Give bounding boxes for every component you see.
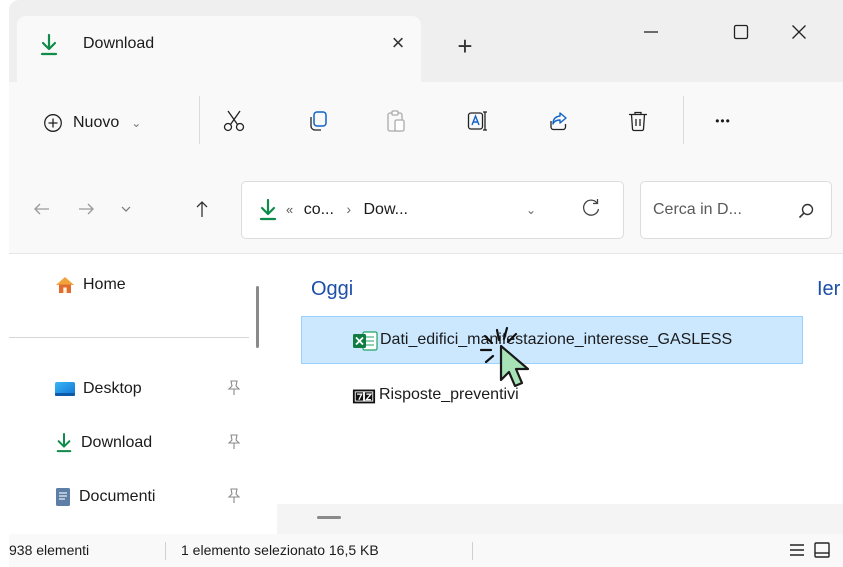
rename-icon [467, 111, 487, 131]
group-heading-yesterday[interactable]: Ier [817, 278, 840, 301]
search-icon [798, 203, 814, 219]
address-bar[interactable]: « co... › Dow... ⌄ [241, 181, 624, 239]
new-button-label: Nuovo [73, 114, 120, 131]
breadcrumb: « co... › Dow... [286, 201, 408, 219]
excel-file-icon [353, 331, 378, 351]
scrollbar-thumb[interactable] [317, 516, 341, 519]
more-options-button[interactable]: ••• [706, 104, 740, 138]
breadcrumb-item-parent[interactable]: co... [304, 201, 334, 218]
file-explorer-window: Download × + Nuovo ⌄ ••• « co... › Dow..… [9, 0, 843, 567]
download-icon [259, 198, 277, 221]
file-list: Oggi Ier Dati_edifici_manifestazione_int… [277, 254, 843, 534]
plus-circle-icon [44, 114, 62, 132]
cut-icon [223, 110, 245, 132]
tab-download[interactable]: Download × [17, 16, 421, 82]
download-icon [56, 433, 72, 453]
arrow-up-icon [196, 201, 208, 217]
chevron-down-icon: ⌄ [131, 116, 142, 130]
recent-locations-button[interactable] [113, 196, 139, 222]
sidebar-scrollbar[interactable] [256, 286, 259, 348]
status-separator [165, 542, 166, 560]
paste-icon [387, 110, 405, 132]
address-history-chevron[interactable]: ⌄ [526, 203, 536, 217]
copy-icon [310, 111, 327, 131]
sidebar-item-label: Download [81, 434, 153, 451]
navigation-pane: Home Desktop Download Documenti [9, 254, 277, 534]
file-item-7z[interactable]: Risposte_preventivi [301, 372, 803, 420]
refresh-icon[interactable] [580, 197, 602, 219]
minimize-icon [644, 31, 658, 33]
arrow-left-icon [34, 203, 49, 215]
breadcrumb-overflow[interactable]: « [286, 202, 293, 217]
navigation-bar: « co... › Dow... ⌄ Cerca in D... [9, 162, 843, 254]
maximize-button[interactable] [721, 14, 761, 50]
7z-archive-icon [352, 389, 376, 404]
group-heading-today[interactable]: Oggi [311, 278, 353, 301]
sidebar-item-label: Desktop [83, 380, 142, 397]
pin-icon [227, 380, 241, 395]
sidebar-item-label: Documenti [79, 488, 156, 505]
up-button[interactable] [189, 196, 215, 222]
delete-button[interactable] [621, 104, 655, 138]
horizontal-scrollbar[interactable] [277, 504, 843, 534]
new-tab-button[interactable]: + [453, 33, 477, 59]
breadcrumb-separator: › [346, 201, 352, 217]
download-icon [40, 33, 58, 56]
sidebar-divider [9, 337, 249, 338]
share-icon [550, 112, 567, 131]
home-icon [56, 277, 74, 293]
delete-icon [629, 111, 647, 132]
paste-button [379, 104, 413, 138]
document-icon [56, 488, 70, 506]
selection-info: 1 elemento selezionato 16,5 KB [181, 542, 379, 558]
pin-icon [227, 434, 241, 449]
maximize-icon [733, 24, 749, 40]
sidebar-item-documents[interactable]: Documenti [55, 482, 241, 512]
share-button[interactable] [541, 104, 575, 138]
minimize-button[interactable] [631, 14, 671, 50]
close-window-button[interactable] [779, 14, 819, 50]
toolbar-separator [683, 96, 684, 144]
file-item-excel[interactable]: Dati_edifici_manifestazione_interesse_GA… [301, 316, 803, 364]
back-button[interactable] [29, 196, 55, 222]
item-count: 938 elementi [9, 542, 90, 558]
close-icon [792, 25, 806, 39]
tab-title: Download [83, 35, 155, 52]
rename-button[interactable] [461, 104, 495, 138]
new-button[interactable]: Nuovo ⌄ [43, 106, 141, 140]
pin-icon [227, 488, 241, 503]
search-placeholder: Cerca in D... [653, 201, 742, 218]
chevron-down-icon [121, 206, 131, 212]
tiles-view-icon[interactable] [812, 540, 832, 560]
status-bar: 938 elementi 1 elemento selezionato 16,5… [9, 534, 843, 567]
toolbar-separator [199, 96, 200, 144]
breadcrumb-item-download[interactable]: Dow... [364, 201, 408, 218]
copy-button[interactable] [301, 104, 335, 138]
command-bar: Nuovo ⌄ ••• [9, 82, 843, 162]
desktop-icon [55, 382, 75, 396]
sidebar-item-desktop[interactable]: Desktop [55, 374, 241, 404]
file-name: Risposte_preventivi [379, 386, 519, 403]
search-input[interactable]: Cerca in D... [640, 181, 832, 239]
sidebar-item-download[interactable]: Download [55, 428, 241, 458]
details-view-icon[interactable] [787, 540, 807, 560]
sidebar-item-home[interactable]: Home [55, 270, 126, 300]
tab-close-icon[interactable]: × [387, 32, 409, 54]
sidebar-item-label: Home [83, 276, 126, 293]
arrow-right-icon [79, 203, 94, 215]
title-bar: Download × + [9, 0, 843, 82]
forward-button[interactable] [73, 196, 99, 222]
status-separator [472, 542, 473, 560]
file-name: Dati_edifici_manifestazione_interesse_GA… [380, 331, 733, 348]
cut-button[interactable] [217, 104, 251, 138]
